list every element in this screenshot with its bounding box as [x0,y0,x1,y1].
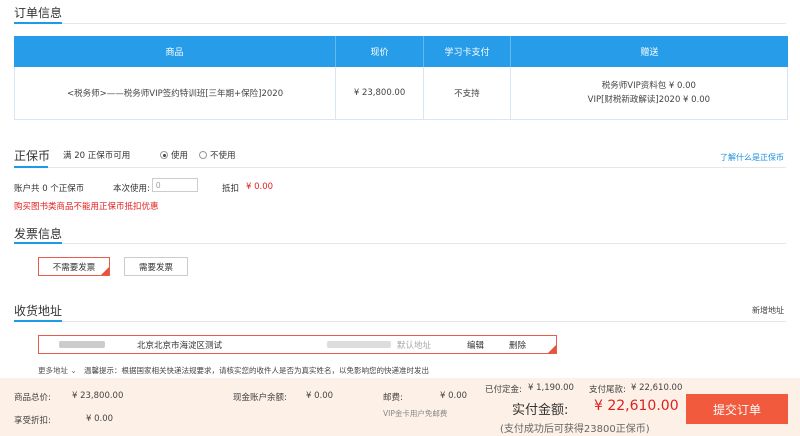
phone-redacted [327,341,391,348]
gift-item: VIP[财税新政解读]2020 ¥ 0.00 [587,95,711,105]
pay-bonus-note: (支付成功后可获得23800正保币) [500,424,650,435]
title-underline [14,166,48,168]
coin-warning: 购买图书类商品不能用正保币抵扣优惠 [14,202,159,212]
title-underline [14,242,62,244]
title-underline [14,320,62,322]
product-name: <税务师>——税务师VIP签约特训班[三年期+保险]2020 [15,67,337,119]
divider [14,243,786,244]
recipient-name-redacted [59,341,105,348]
more-address-toggle[interactable]: 更多地址 ⌄ [38,365,77,376]
header-card-pay: 学习卡支付 [424,36,511,67]
divider [14,23,786,24]
chevron-down-icon: ⌄ [70,366,77,375]
title-underline [14,22,62,24]
coin-use-now-label: 本次使用: [113,184,150,194]
deposit-label: 已付定金: [485,385,522,395]
coin-account: 账户共 0 个正保币 [14,184,85,194]
coin-nouse-radio[interactable]: 不使用 [199,149,236,161]
coin-available-text: 满 20 正保币可用 [63,151,131,161]
delete-address-link[interactable]: 删除 [509,339,549,351]
divider [14,167,786,168]
order-table-header: 商品 现价 学习卡支付 赠送 [14,36,788,67]
address-item[interactable]: 北京北京市海淀区测试 默认地址 编辑 删除 [38,335,557,354]
radio-checked-icon [160,151,168,159]
address-location: 北京北京市海淀区测试 [137,340,223,351]
address-tip: 温馨提示：根据国家相关快递法规要求，请核实您的收件人是否为真实姓名，以免影响您的… [84,366,429,375]
need-invoice-button[interactable]: 需要发票 [124,257,188,276]
selected-corner-icon [101,267,109,275]
vip-shipping-note: VIP金卡用户免邮费 [383,409,448,418]
deposit-value: ¥ 1,190.00 [528,383,574,393]
coin-nouse-label: 不使用 [210,151,236,161]
coin-use-label: 使用 [171,151,189,161]
edit-address-link[interactable]: 编辑 [467,339,509,351]
coin-deduct-label: 抵扣 [222,184,240,194]
gift-item: 税务师VIP资料包 ¥ 0.00 [601,81,696,91]
shipping-label: 邮费: [383,393,403,403]
selected-corner-icon [548,345,556,353]
default-address-label: 默认地址 [397,340,432,351]
coin-deduct-value: ¥ 0.00 [246,182,274,192]
coin-use-input[interactable] [152,178,198,192]
table-row: <税务师>——税务师VIP签约特训班[三年期+保险]2020 ¥ 23,800.… [14,67,788,120]
invoice-section-title: 发票信息 [14,227,63,241]
balance-pay-label: 支付尾款: [589,385,626,395]
total-value: ¥ 23,800.00 [72,391,124,401]
no-invoice-label: 不需要发票 [52,262,96,273]
address-section-title: 收货地址 [14,304,63,318]
pay-amount-value: ¥ 22,610.00 [594,398,679,414]
balance-pay-value: ¥ 22,610.00 [631,383,683,393]
balance-label: 现金账户余额: [233,393,287,403]
radio-unchecked-icon [199,151,207,159]
coin-section-title: 正保币 [14,149,51,163]
balance-value: ¥ 0.00 [306,391,334,401]
discount-value: ¥ 0.00 [86,414,114,424]
product-card-pay: 不支持 [424,67,511,119]
add-address-link[interactable]: 新增地址 [752,305,784,316]
header-gift: 赠送 [640,48,659,58]
header-price: 现价 [336,36,424,67]
more-address-label: 更多地址 [38,366,68,375]
learn-coin-link[interactable]: 了解什么是正保币 [720,152,784,163]
submit-order-button[interactable]: 提交订单 [686,394,788,424]
discount-label: 享受折扣: [14,416,51,426]
total-label: 商品总价: [14,393,51,403]
no-invoice-button[interactable]: 不需要发票 [38,257,110,276]
header-product: 商品 [14,36,336,67]
product-price: ¥ 23,800.00 [336,67,424,119]
order-section-title: 订单信息 [14,6,63,20]
coin-use-radio[interactable]: 使用 [160,149,188,161]
shipping-value: ¥ 0.00 [440,391,468,401]
divider [14,321,786,322]
pay-amount-label: 实付金额: [512,403,569,418]
need-invoice-label: 需要发票 [138,262,173,273]
product-gifts: 税务师VIP资料包 ¥ 0.00 VIP[财税新政解读]2020 ¥ 0.00 [511,67,787,119]
